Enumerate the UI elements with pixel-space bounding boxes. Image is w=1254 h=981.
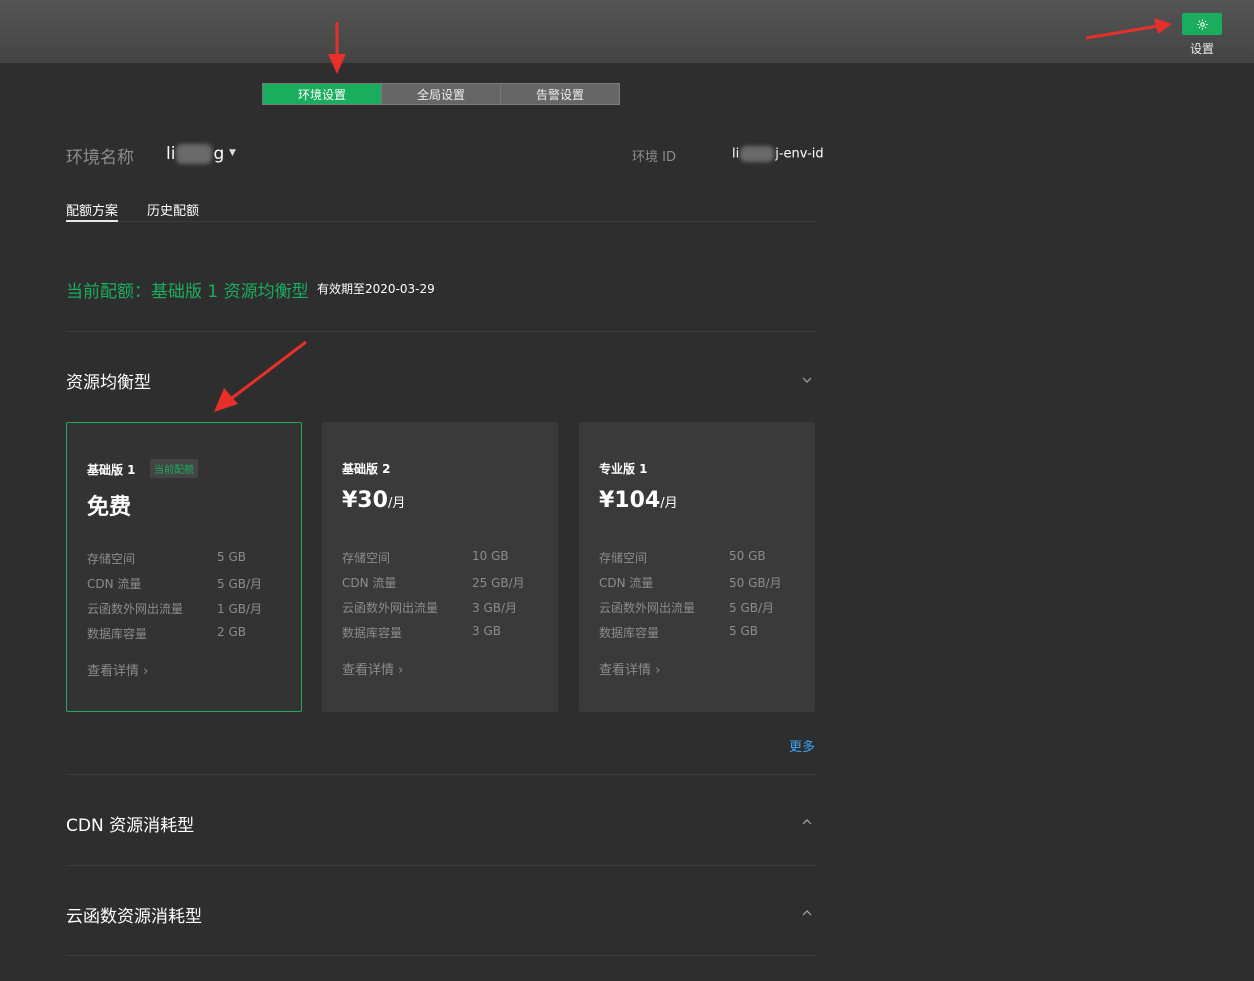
divider	[66, 955, 816, 956]
valid-until-text: 有效期至2020-03-29	[317, 282, 435, 296]
current-quota-text: 当前配额：基础版 1 资源均衡型	[66, 282, 309, 302]
plan-name: 基础版 1	[87, 463, 136, 477]
spec-value: 50 GB	[729, 549, 766, 563]
spec-label: CDN 流量	[87, 577, 142, 591]
top-bar	[0, 0, 1254, 63]
view-details-link[interactable]: 查看详情 ›	[342, 659, 403, 678]
env-name-suffix: g	[213, 144, 225, 164]
redacted-blur	[176, 144, 213, 164]
gear-icon	[1196, 18, 1208, 30]
spec-label: 云函数外网出流量	[599, 601, 696, 615]
spec-value: 1 GB/月	[217, 602, 263, 616]
spec-value: 2 GB	[217, 625, 246, 639]
plan-card-basic-1[interactable]: 基础版 1 当前配额 免费 存储空间 5 GB CDN 流量 5 GB/月 云函数外…	[66, 422, 302, 712]
section-title-functions[interactable]: 云函数资源消耗型	[66, 902, 202, 927]
env-id-value: li j-env-id	[732, 146, 824, 162]
chevron-down-icon[interactable]	[802, 373, 812, 387]
price-unit: /月	[387, 496, 406, 511]
spec-value: 50 GB/月	[729, 576, 782, 590]
spec-label: CDN 流量	[342, 576, 397, 590]
current-plan-badge: 当前配额	[150, 459, 198, 478]
spec-label: 数据库容量	[87, 627, 148, 641]
view-details-link[interactable]: 查看详情 ›	[599, 659, 660, 678]
spec-value: 25 GB/月	[472, 576, 525, 590]
plan-name: 专业版 1	[599, 462, 648, 476]
plan-price: ¥30/月	[342, 488, 405, 513]
spec-value: 3 GB	[472, 624, 501, 638]
spec-label: 数据库容量	[342, 626, 403, 640]
main-tabs: 环境设置 全局设置 告警设置	[262, 83, 620, 105]
spec-label: 存储空间	[87, 552, 136, 566]
plan-card-pro-1[interactable]: 专业版 1 ¥104/月 存储空间 50 GB CDN 流量 50 GB/月 云函数…	[579, 422, 815, 712]
quota-subtabs: 配额方案 历史配额	[66, 200, 816, 222]
subtab-quota-plan[interactable]: 配额方案	[66, 200, 119, 222]
plan-price: ¥104/月	[599, 488, 678, 513]
spec-value: 3 GB/月	[472, 601, 518, 615]
plan-name: 基础版 2	[342, 462, 391, 476]
env-id-label: 环境 ID	[632, 150, 676, 165]
chevron-up-icon[interactable]	[802, 814, 812, 828]
price-amount: ¥30	[342, 488, 388, 513]
subtab-quota-history[interactable]: 历史配额	[147, 200, 199, 222]
divider	[66, 331, 816, 332]
spec-value: 5 GB/月	[729, 601, 775, 615]
spec-label: 云函数外网出流量	[342, 601, 439, 615]
settings-label: 设置	[1189, 42, 1214, 56]
spec-label: 存储空间	[342, 551, 391, 565]
env-id-suffix: j-env-id	[775, 146, 824, 162]
price-amount: ¥104	[599, 488, 661, 513]
env-id-prefix: li	[732, 146, 740, 162]
settings-button[interactable]	[1182, 13, 1222, 35]
caret-down-icon[interactable]: ▼	[229, 148, 236, 158]
section-title-cdn[interactable]: CDN 资源消耗型	[66, 811, 194, 836]
price-unit: /月	[660, 496, 678, 511]
spec-label: 云函数外网出流量	[87, 602, 184, 616]
price-amount: 免费	[87, 495, 132, 520]
annotation-arrow	[214, 340, 307, 412]
redacted-blur	[740, 146, 775, 162]
chevron-up-icon[interactable]	[802, 905, 812, 919]
env-name-select[interactable]: li g	[166, 144, 224, 164]
divider	[66, 774, 816, 775]
spec-value: 5 GB	[217, 550, 246, 564]
divider	[66, 865, 816, 866]
tab-alarm-settings[interactable]: 告警设置	[500, 84, 619, 104]
tab-env-settings[interactable]: 环境设置	[263, 84, 381, 104]
spec-label: 数据库容量	[599, 626, 660, 640]
spec-value: 5 GB	[729, 624, 758, 638]
more-link[interactable]: 更多	[789, 736, 815, 755]
plan-price: 免费	[87, 489, 131, 521]
view-details-link[interactable]: 查看详情 ›	[87, 660, 148, 679]
spec-value: 10 GB	[472, 549, 509, 563]
spec-label: CDN 流量	[599, 576, 654, 590]
env-name-prefix: li	[166, 144, 176, 164]
tab-global-settings[interactable]: 全局设置	[381, 84, 500, 104]
section-title-balanced[interactable]: 资源均衡型	[66, 368, 151, 393]
spec-value: 5 GB/月	[217, 577, 263, 591]
plan-card-basic-2[interactable]: 基础版 2 ¥30/月 存储空间 10 GB CDN 流量 25 GB/月 云函数外…	[322, 422, 558, 712]
spec-label: 存储空间	[599, 551, 648, 565]
env-name-label: 环境名称	[66, 148, 134, 168]
